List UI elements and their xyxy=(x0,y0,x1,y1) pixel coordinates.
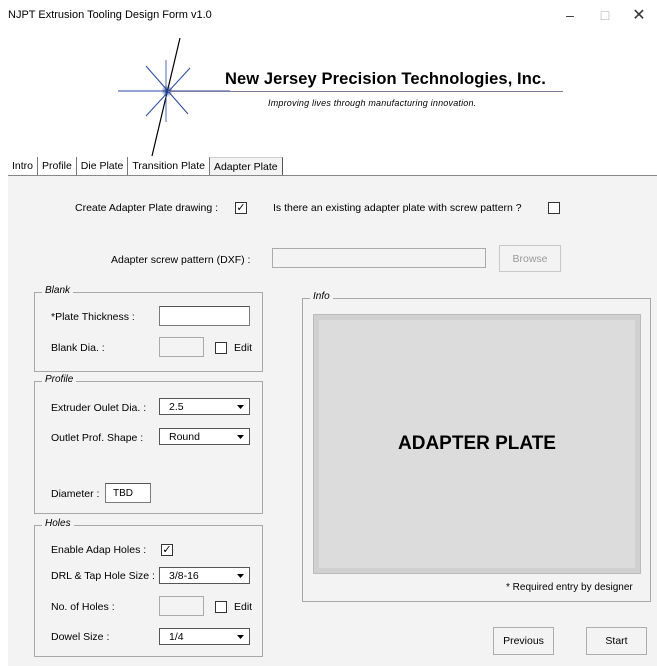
dowel-size-label: Dowel Size : xyxy=(51,631,110,643)
diameter-value: TBD xyxy=(113,488,133,499)
adapter-plate-preview: ADAPTER PLATE xyxy=(313,314,641,574)
existing-plate-checkbox[interactable] xyxy=(548,202,560,214)
dowel-size-value: 1/4 xyxy=(169,631,184,643)
screw-pattern-label: Adapter screw pattern (DXF) : xyxy=(111,254,251,266)
plate-thickness-label: *Plate Thickness : xyxy=(51,311,135,323)
minimize-button[interactable]: – xyxy=(555,4,585,26)
outlet-dia-value: 2.5 xyxy=(169,401,184,413)
hole-count-label: No. of Holes : xyxy=(51,601,115,613)
preview-title: ADAPTER PLATE xyxy=(398,433,556,454)
holes-edit-checkbox[interactable] xyxy=(215,601,227,613)
blank-frame: Blank xyxy=(34,285,263,372)
chevron-down-icon[interactable] xyxy=(234,569,247,582)
outlet-dia-select[interactable]: 2.5 xyxy=(159,398,250,415)
create-drawing-check: ✓ xyxy=(236,202,246,214)
logo-company-name: New Jersey Precision Technologies, Inc. xyxy=(225,70,546,88)
diameter-field[interactable]: TBD xyxy=(105,483,151,503)
tap-hole-size-label: DRL & Tap Hole Size : xyxy=(51,570,155,582)
dowel-size-select[interactable]: 1/4 xyxy=(159,628,250,645)
maximize-button[interactable]: □ xyxy=(590,4,620,26)
company-logo: New Jersey Precision Technologies, Inc. … xyxy=(0,30,657,158)
tab-transition-plate[interactable]: Transition Plate xyxy=(127,157,209,175)
create-drawing-checkbox[interactable]: ✓ xyxy=(235,202,247,214)
tap-hole-size-value: 3/8-16 xyxy=(169,570,199,582)
chevron-down-icon[interactable] xyxy=(234,430,247,443)
tab-intro[interactable]: Intro xyxy=(8,157,37,175)
browse-button[interactable]: Browse xyxy=(499,245,561,272)
chevron-down-icon[interactable] xyxy=(234,630,247,643)
close-button[interactable]: ✕ xyxy=(624,4,654,26)
window-title: NJPT Extrusion Tooling Design Form v1.0 xyxy=(8,9,212,21)
profile-caption: Profile xyxy=(42,374,77,385)
enable-holes-checkbox[interactable]: ✓ xyxy=(161,544,173,556)
tab-strip: Intro Profile Die Plate Transition Plate… xyxy=(8,157,283,175)
blank-edit-label: Edit xyxy=(234,342,253,354)
holes-caption: Holes xyxy=(42,518,74,529)
tap-hole-size-select[interactable]: 3/8-16 xyxy=(159,567,250,584)
blank-caption: Blank xyxy=(42,285,74,296)
required-entry-note: * Required entry by designer xyxy=(506,582,633,593)
plate-thickness-field[interactable] xyxy=(159,306,250,326)
existing-plate-label: Is there an existing adapter plate with … xyxy=(273,202,522,214)
tab-die-plate[interactable]: Die Plate xyxy=(75,157,128,175)
blank-dia-label: Blank Dia. : xyxy=(51,342,105,354)
holes-edit-label: Edit xyxy=(234,601,253,613)
title-bar: NJPT Extrusion Tooling Design Form v1.0 … xyxy=(0,0,657,30)
blank-dia-field[interactable] xyxy=(159,337,204,357)
enable-holes-check: ✓ xyxy=(162,544,172,556)
star-logo-icon xyxy=(118,37,230,157)
logo-divider xyxy=(168,91,563,92)
logo-tagline: Improving lives through manufacturing in… xyxy=(268,98,477,108)
tab-adapter-plate[interactable]: Adapter Plate xyxy=(208,157,283,175)
outlet-shape-select[interactable]: Round xyxy=(159,428,250,445)
start-button[interactable]: Start xyxy=(586,627,647,655)
outlet-dia-label: Extruder Oulet Dia. : xyxy=(51,402,147,414)
previous-button[interactable]: Previous xyxy=(493,627,554,655)
tab-profile[interactable]: Profile xyxy=(37,157,76,175)
info-caption: Info xyxy=(310,291,333,302)
outlet-shape-label: Outlet Prof. Shape : xyxy=(51,432,144,444)
diameter-label: Diameter : xyxy=(51,488,100,500)
outlet-shape-value: Round xyxy=(169,431,200,443)
hole-count-field[interactable] xyxy=(159,596,204,616)
screw-pattern-field[interactable] xyxy=(272,248,486,268)
adapter-plate-panel: Create Adapter Plate drawing : ✓ Is ther… xyxy=(8,176,657,666)
blank-edit-checkbox[interactable] xyxy=(215,342,227,354)
enable-holes-label: Enable Adap Holes : xyxy=(51,544,147,556)
chevron-down-icon[interactable] xyxy=(234,400,247,413)
create-drawing-label: Create Adapter Plate drawing : xyxy=(75,202,219,214)
